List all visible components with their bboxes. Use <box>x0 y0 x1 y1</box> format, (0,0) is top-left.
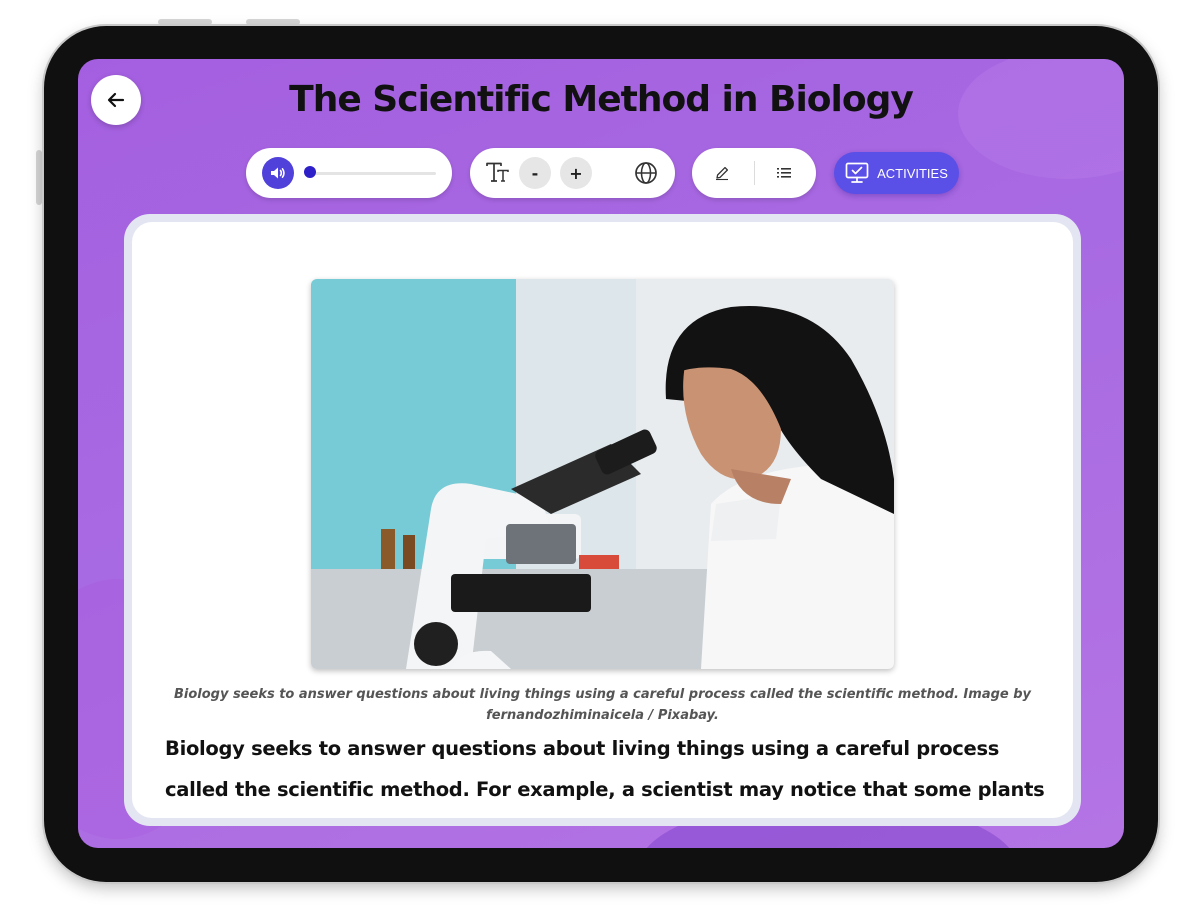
article-card[interactable]: Biology seeks to answer questions about … <box>132 222 1073 818</box>
volume-button[interactable] <box>262 157 294 189</box>
text-format-icon <box>486 162 509 182</box>
decrease-text-button[interactable]: - <box>519 157 551 189</box>
reader-panel: Biology seeks to answer questions about … <box>124 214 1081 826</box>
minus-icon: - <box>531 163 539 183</box>
device-power-button <box>158 19 212 25</box>
globe-icon <box>635 162 657 184</box>
speaker-icon <box>271 167 285 179</box>
article-body-text: Biology seeks to answer questions about … <box>165 737 1045 801</box>
increase-text-button[interactable]: + <box>560 157 592 189</box>
audio-player <box>246 148 452 198</box>
plus-icon: + <box>569 163 583 183</box>
activities-button[interactable]: ACTIVITIES <box>834 152 959 194</box>
text-format-button[interactable] <box>484 159 512 187</box>
article-image <box>311 279 894 669</box>
highlight-button[interactable] <box>712 163 732 183</box>
outline-button[interactable] <box>774 163 794 183</box>
image-caption: Biology seeks to answer questions about … <box>173 687 1032 723</box>
device-side-button <box>36 150 42 205</box>
device-volume-button <box>246 19 300 25</box>
audio-progress-handle[interactable] <box>304 166 316 178</box>
activities-label: ACTIVITIES <box>877 165 948 181</box>
monitor-check-icon <box>845 162 869 183</box>
reading-tools-group <box>692 148 816 198</box>
toolbar-divider <box>754 161 755 185</box>
app-screen: The Scientific Method in Biology - + ACT… <box>78 59 1124 848</box>
scientist-microscope-photo <box>311 279 894 669</box>
text-settings-group: - + <box>470 148 675 198</box>
audio-progress-track[interactable] <box>306 172 436 175</box>
page-title: The Scientific Method in Biology <box>289 79 914 120</box>
pencil-icon <box>716 166 729 181</box>
language-button[interactable] <box>632 159 660 187</box>
list-icon <box>777 168 791 178</box>
